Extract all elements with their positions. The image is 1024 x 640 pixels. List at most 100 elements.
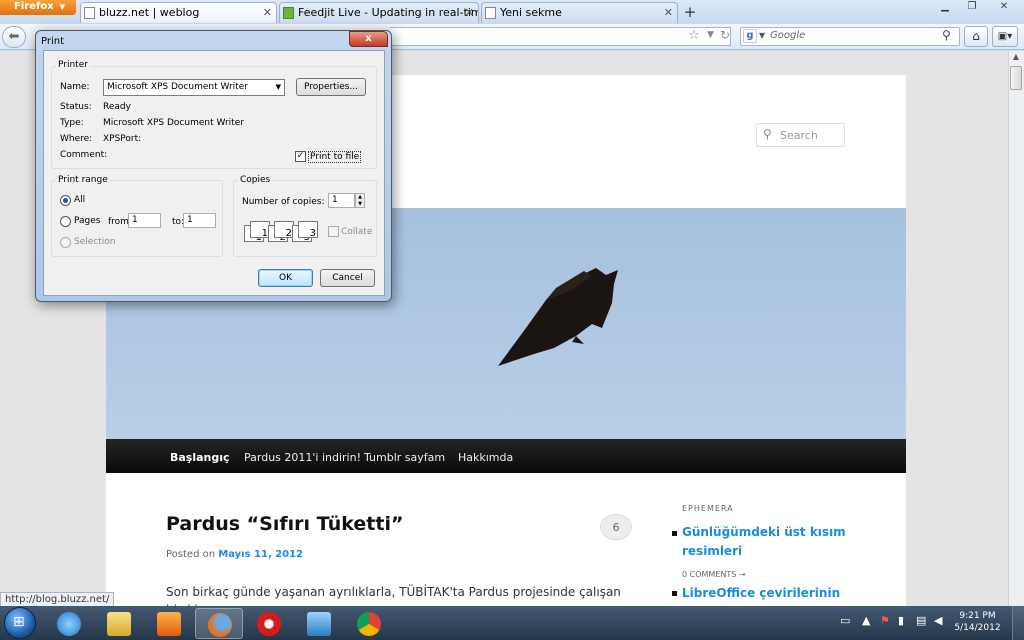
dialog-title: Print	[41, 36, 65, 47]
close-tab-icon[interactable]: ✕	[263, 6, 272, 19]
range-pages-label[interactable]: Pages	[74, 216, 100, 226]
url-history-dropdown-icon[interactable]: ▼	[707, 30, 714, 40]
sidebar-link-2[interactable]: LibreOffice çevirilerinin	[682, 584, 840, 603]
taskbar-ie[interactable]	[45, 608, 93, 639]
action-center-icon[interactable]: ⚑	[880, 614, 890, 627]
close-icon: x	[365, 33, 372, 44]
collate-checkbox[interactable]	[328, 226, 339, 237]
bookmarks-menu-button[interactable]: ▣▾	[992, 26, 1018, 47]
collate-label[interactable]: Collate	[341, 227, 372, 237]
tab-feedjit[interactable]: Feedjit Live - Updating in real-time ✕	[279, 2, 479, 23]
post-date-link[interactable]: Mayıs 11, 2012	[218, 549, 303, 560]
vertical-scrollbar[interactable]	[1008, 51, 1024, 606]
tab-new[interactable]: Yeni sekme ✕	[481, 2, 678, 23]
ok-button[interactable]: OK	[258, 269, 313, 287]
comment-label: Comment:	[60, 150, 108, 160]
taskbar-chrome[interactable]	[345, 608, 393, 639]
show-hidden-icon[interactable]: ▲	[862, 614, 870, 627]
home-button[interactable]: ⌂	[964, 26, 988, 47]
start-button[interactable]: ⊞	[4, 607, 36, 639]
print-to-file-label[interactable]: Print to file	[308, 151, 362, 163]
close-tab-icon[interactable]: ✕	[465, 6, 474, 19]
to-input[interactable]: 1	[183, 213, 216, 228]
taskbar-app[interactable]	[295, 608, 343, 639]
print-to-file-checkbox[interactable]: ✓	[295, 151, 306, 162]
range-all-radio[interactable]	[60, 195, 71, 206]
range-all-label[interactable]: All	[74, 195, 85, 205]
nav-tumblr[interactable]: Tumblr sayfam	[364, 451, 445, 464]
back-button[interactable]: ⬅	[2, 26, 26, 48]
printer-name-select[interactable]: Microsoft XPS Document Writer ▼	[103, 79, 285, 96]
chevron-down-icon: ▼	[275, 83, 281, 91]
copies-group	[233, 180, 377, 257]
collate-page-icon: 2	[274, 221, 294, 239]
widget-title: EPHEMERA	[682, 504, 734, 513]
list-bullet	[672, 591, 677, 596]
site-search-input[interactable]: ⚲ Search	[756, 123, 845, 147]
comments-link[interactable]: 0 COMMENTS →	[682, 570, 746, 579]
close-window-icon[interactable]: ✕	[987, 0, 1021, 14]
bookmark-star-icon[interactable]: ☆	[688, 28, 700, 43]
posted-on-label: Posted on	[166, 549, 216, 560]
bookmarks-icon: ▣▾	[997, 31, 1013, 42]
blank-page-icon	[485, 7, 496, 19]
search-placeholder: Google	[770, 30, 806, 41]
google-engine-icon[interactable]: g	[743, 29, 757, 43]
from-input[interactable]: 1	[128, 213, 161, 228]
page-favicon-icon	[84, 7, 95, 19]
nav-about[interactable]: Hakkımda	[458, 451, 513, 464]
keyboard-icon[interactable]: ▭	[840, 614, 850, 627]
clock-time: 9:21 PM	[959, 611, 996, 621]
url-bar[interactable]	[390, 27, 731, 46]
status-label: Status:	[60, 102, 92, 112]
search-icon: ⚲	[763, 127, 772, 141]
copies-input[interactable]: 1	[328, 193, 355, 208]
scroll-up-icon[interactable]: ▲	[1009, 52, 1023, 66]
properties-button[interactable]: Properties...	[296, 78, 366, 96]
taskbar-firefox[interactable]	[195, 608, 243, 639]
dialog-close-button[interactable]: x	[349, 31, 388, 47]
taskbar-opera[interactable]	[245, 608, 293, 639]
tab-label: bluzz.net | weblog	[99, 6, 200, 19]
show-desktop-button[interactable]	[1012, 606, 1024, 640]
tab-bluzz[interactable]: bluzz.net | weblog ✕	[80, 2, 277, 23]
collate-page-icon: 3	[298, 221, 318, 239]
volume-icon[interactable]: ◀	[934, 614, 942, 627]
range-selection-label[interactable]: Selection	[74, 237, 115, 247]
close-tab-icon[interactable]: ✕	[664, 6, 673, 19]
type-value: Microsoft XPS Document Writer	[103, 118, 244, 128]
new-tab-button[interactable]: +	[679, 3, 701, 22]
post-meta: Posted on Mayıs 11, 2012	[166, 549, 303, 560]
taskbar-explorer[interactable]	[95, 608, 143, 639]
opera-icon	[257, 612, 281, 636]
sidebar-link-1-line1: Günlüğümdeki üst kısım	[682, 525, 846, 539]
nav-home[interactable]: Başlangıç	[170, 451, 230, 464]
scrollbar-thumb[interactable]	[1010, 66, 1022, 90]
comment-count-bubble[interactable]: 6	[600, 514, 632, 540]
restore-icon[interactable]: ❐	[960, 0, 984, 14]
sidebar-link-1[interactable]: Günlüğümdeki üst kısım resimleri	[682, 523, 846, 561]
clock[interactable]: 9:21 PM 5/14/2012	[950, 610, 1005, 634]
where-value: XPSPort:	[103, 134, 142, 144]
reload-icon[interactable]: ↻	[720, 28, 730, 42]
firefox-menu-button[interactable]: Firefox ▼	[0, 0, 76, 15]
copies-spinner-icon[interactable]: ▲ ▼	[355, 193, 365, 208]
tab-label: Feedjit Live - Updating in real-time	[298, 6, 479, 19]
taskbar-media-player[interactable]	[145, 608, 193, 639]
power-icon[interactable]: ▮	[898, 614, 904, 627]
home-icon: ⌂	[972, 29, 980, 43]
collate-page-icon: 1	[250, 221, 270, 239]
post-title[interactable]: Pardus “Sıfırı Tüketti”	[166, 513, 403, 535]
engine-dropdown-icon[interactable]: ▼	[759, 31, 765, 40]
firefox-button-label: Firefox	[14, 1, 54, 12]
clock-date: 5/14/2012	[954, 623, 1001, 633]
search-icon[interactable]: ⚲	[942, 28, 951, 42]
tab-label: Yeni sekme	[500, 6, 562, 19]
minimize-icon[interactable]: ▁	[933, 0, 957, 14]
nav-download[interactable]: Pardus 2011'i indirin!	[244, 451, 361, 464]
range-selection-radio[interactable]	[60, 237, 71, 248]
cancel-button[interactable]: Cancel	[320, 269, 375, 287]
print-range-label: Print range	[56, 175, 110, 185]
range-pages-radio[interactable]	[60, 216, 71, 227]
network-icon[interactable]: ▤	[916, 614, 926, 627]
